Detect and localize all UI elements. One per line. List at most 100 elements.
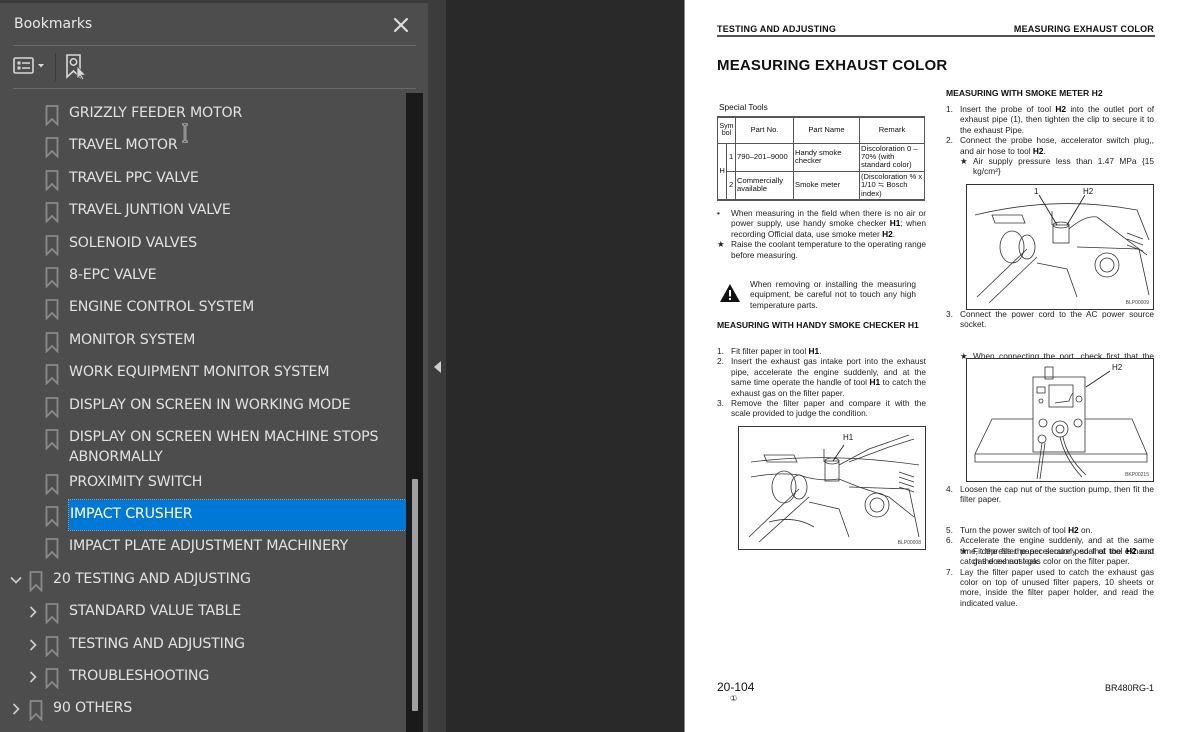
bookmark-icon [45, 364, 59, 386]
bookmark-label[interactable]: 90 OTHERS [53, 698, 132, 718]
step-item: 4. Loosen the cap nut of the suction pump… [946, 484, 1154, 505]
bookmark-label[interactable]: DISPLAY ON SCREEN WHEN MACHINE STOPS ABN… [69, 427, 389, 467]
figure-code: BKP00215 [1125, 472, 1149, 478]
bookmarks-panel: Bookmarks GRIZZLY FEEDER MOTOR TRAVEL MO… [0, 0, 428, 732]
bookmark-label[interactable]: IMPACT PLATE ADJUSTMENT MACHINERY [69, 536, 348, 556]
step-text: Lay the filter paper used to catch the e… [960, 566, 1154, 608]
step-item: 7. Lay the filter paper used to catch the… [946, 567, 1154, 609]
step-number: 4. [946, 484, 953, 494]
chevron-right-icon[interactable] [9, 702, 23, 716]
bookmark-label[interactable]: PROXIMITY SWITCH [69, 472, 202, 492]
h1-steps-list: 1. Fit filter paper in tool H1. 2. Insert t… [717, 346, 926, 419]
bookmark-item[interactable]: GRIZZLY FEEDER MOTOR [0, 99, 406, 131]
bookmark-icon [45, 202, 59, 224]
header-rule [717, 35, 1155, 37]
chevron-right-icon[interactable] [26, 605, 40, 619]
bookmark-item[interactable]: ENGINE CONTROL SYSTEM [0, 293, 406, 325]
bookmark-item[interactable]: PROXIMITY SWITCH [0, 468, 406, 500]
step-number: 6. [946, 535, 953, 546]
step-item: 2. Connect the probe hose, accelerator sw… [946, 135, 1154, 156]
bookmark-icon [45, 331, 59, 354]
bookmark-item[interactable]: IMPACT CRUSHER [0, 498, 406, 532]
text-cursor-icon [182, 123, 188, 143]
chevron-right-icon[interactable] [26, 670, 40, 684]
step-text: Turn the power switch of tool H2 on. [960, 525, 1093, 535]
bookmark-icon [45, 603, 59, 625]
bookmark-item[interactable]: TRAVEL MOTOR [0, 131, 406, 163]
step-number: 7. [946, 566, 953, 577]
bookmark-icon [45, 538, 59, 560]
figure-handy-smoke-checker: H1 BLP00008 [738, 426, 926, 550]
step-number: 2. [717, 356, 724, 367]
bookmark-item[interactable]: DISPLAY ON SCREEN IN WORKING MODE [0, 391, 406, 423]
options-menu-button[interactable] [12, 55, 50, 79]
bookmark-label[interactable]: DISPLAY ON SCREEN IN WORKING MODE [69, 395, 351, 415]
bookmark-item[interactable]: TRAVEL PPC VALVE [0, 164, 406, 196]
bookmark-label[interactable]: 20 TESTING AND ADJUSTING [53, 569, 251, 589]
figure-code: BLP00008 [897, 540, 921, 546]
bookmark-item[interactable]: STANDARD VALUE TABLE [0, 597, 406, 629]
close-bookmarks-button[interactable] [390, 14, 412, 36]
step-text: Remove the filter paper and compare it w… [731, 398, 926, 419]
cell-part-name: Handy smoke checker [793, 142, 860, 172]
bookmark-label[interactable]: WORK EQUIPMENT MONITOR SYSTEM [69, 362, 329, 382]
bookmark-icon [29, 700, 43, 722]
bookmark-label[interactable]: TRAVEL MOTOR [69, 135, 178, 155]
bookmark-item[interactable]: 8-EPC VALVE [0, 261, 406, 293]
col-header-part-name: Part Name [793, 116, 860, 144]
toolbar-separator [55, 53, 56, 81]
header-divider [13, 45, 416, 46]
chevron-down-icon[interactable] [9, 573, 23, 587]
bookmark-icon [45, 267, 59, 289]
bookmark-label[interactable]: GRIZZLY FEEDER MOTOR [69, 103, 242, 123]
bookmark-label[interactable]: STANDARD VALUE TABLE [69, 601, 241, 621]
bookmark-icon [45, 635, 59, 658]
bookmark-label[interactable]: 8-EPC VALVE [69, 265, 157, 285]
table-row: H 1 790–201–9000 Handy smoke checker Dis… [716, 142, 925, 201]
revision-mark: ① [730, 694, 738, 703]
bookmark-label[interactable]: TRAVEL PPC VALVE [69, 168, 199, 188]
step-text: Insert the probe of tool H2 into the out… [960, 104, 1155, 135]
bookmark-icon [45, 169, 59, 192]
bookmark-item[interactable]: TESTING AND ADJUSTING [0, 630, 406, 662]
step-text: Connect the power cord to the AC power s… [960, 309, 1154, 330]
document-code: BR480RG-1 [1104, 683, 1154, 693]
bookmark-label[interactable]: ENGINE CONTROL SYSTEM [69, 297, 254, 317]
warning-icon [720, 284, 740, 302]
step-number: 1. [946, 104, 953, 114]
step-number: 5. [946, 525, 953, 535]
collapse-panel-left-icon[interactable] [434, 361, 442, 373]
bookmark-label[interactable]: MONITOR SYSTEM [69, 330, 195, 350]
scrollbar-thumb[interactable] [412, 479, 418, 711]
callout-1: 1 [1034, 187, 1039, 196]
bookmark-label[interactable]: IMPACT CRUSHER [68, 498, 406, 531]
bookmark-item[interactable]: TRAVEL JUNTION VALVE [0, 196, 406, 228]
close-icon [393, 17, 409, 33]
find-current-bookmark-button[interactable] [64, 53, 90, 81]
bookmark-label[interactable]: TESTING AND ADJUSTING [69, 634, 245, 654]
col-header-remark: Remark [859, 116, 925, 144]
bookmark-item[interactable]: 20 TESTING AND ADJUSTING [0, 565, 406, 597]
bookmark-label[interactable]: TRAVEL JUNTION VALVE [69, 200, 231, 220]
step-item: 6. Accelerate the engine suddenly, and at… [946, 535, 1154, 566]
bookmark-icon [45, 473, 59, 496]
bookmark-tree[interactable]: GRIZZLY FEEDER MOTOR TRAVEL MOTOR TRAVEL P… [0, 93, 406, 732]
bookmark-icon [45, 505, 59, 528]
note-star-pressure: ★ Air supply pressure less than 1.47 MPa … [960, 156, 1154, 177]
bookmark-item[interactable]: SOLENOID VALVES [0, 229, 406, 261]
bookmark-icon [45, 396, 59, 419]
bookmark-label[interactable]: TROUBLESHOOTING [69, 666, 209, 686]
bookmark-item[interactable]: DISPLAY ON SCREEN WHEN MACHINE STOPS ABN… [0, 423, 406, 471]
bookmark-item[interactable]: WORK EQUIPMENT MONITOR SYSTEM [0, 358, 406, 390]
h2-steps-list-a: 1. Insert the probe of tool H2 into the o… [946, 104, 1154, 156]
bookmark-item[interactable]: MONITOR SYSTEM [0, 326, 406, 358]
chevron-right-icon[interactable] [26, 638, 40, 652]
smoke-meter-illustration [974, 366, 1148, 480]
bookmark-icon [29, 570, 43, 593]
page-title: MEASURING EXHAUST COLOR [717, 57, 948, 74]
bookmark-item[interactable]: 90 OTHERS [0, 694, 406, 726]
bookmark-item[interactable]: TROUBLESHOOTING [0, 662, 406, 694]
engine-illustration-h2 [974, 194, 1150, 304]
bookmark-item[interactable]: IMPACT PLATE ADJUSTMENT MACHINERY [0, 532, 406, 564]
bookmark-label[interactable]: SOLENOID VALVES [69, 233, 197, 253]
